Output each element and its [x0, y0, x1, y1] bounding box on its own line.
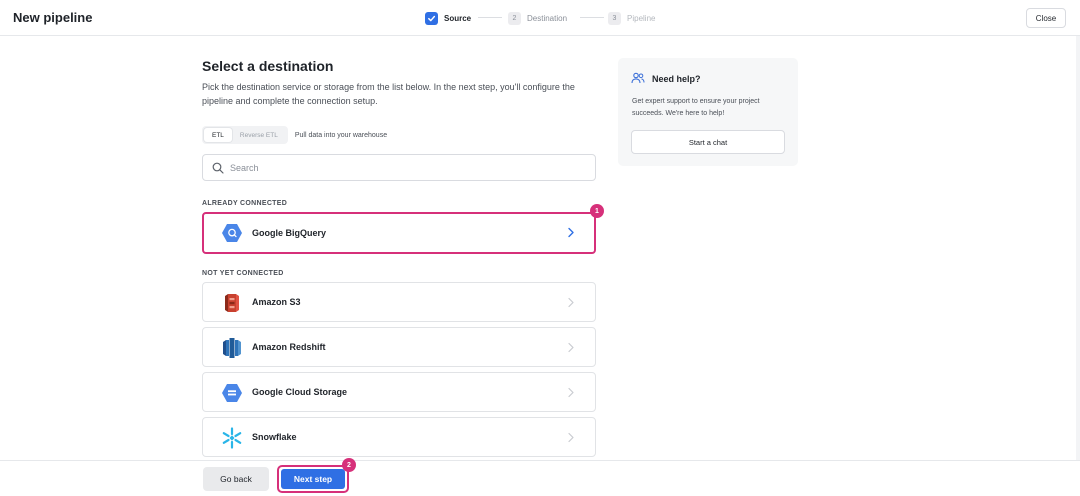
segmented-control: ETL Reverse ETL: [202, 126, 288, 144]
page-title: New pipeline: [13, 10, 93, 25]
close-button[interactable]: Close: [1026, 8, 1066, 28]
step-connector: [580, 17, 604, 18]
chevron-right-icon: [568, 387, 574, 398]
step-source: Source: [425, 10, 471, 26]
toggle-hint: Pull data into your warehouse: [294, 131, 388, 139]
destination-name: Google Cloud Storage: [252, 387, 348, 397]
section-description: Pick the destination service or storage …: [202, 82, 575, 106]
destination-name: Amazon S3: [252, 297, 301, 307]
step-label: Pipeline: [627, 13, 656, 23]
start-chat-button[interactable]: Start a chat: [631, 130, 785, 154]
bigquery-logo-icon: [222, 224, 242, 242]
chevron-right-icon: [568, 297, 574, 308]
step-number: 2: [508, 11, 521, 25]
annotation-badge-1: 1: [590, 204, 604, 218]
step-destination: 2 Destination: [508, 10, 567, 26]
destination-name: Amazon Redshift: [252, 342, 326, 352]
toggle-etl[interactable]: ETL: [204, 128, 232, 142]
snowflake-logo-icon: [222, 427, 242, 449]
step-label: Source: [444, 13, 472, 23]
toggle-reverse-etl[interactable]: Reverse ETL: [232, 128, 286, 142]
step-label: Destination: [527, 13, 568, 23]
already-connected-label: ALREADY CONNECTED: [202, 200, 288, 207]
help-title: Need help?: [652, 74, 701, 84]
annotation-badge-2: 2: [342, 458, 356, 472]
destination-google-cloud-storage[interactable]: Google Cloud Storage: [202, 372, 596, 412]
check-icon: [425, 11, 438, 25]
go-back-button[interactable]: Go back: [203, 467, 269, 491]
chevron-right-icon: [568, 432, 574, 443]
amazon-redshift-logo-icon: [223, 338, 241, 358]
not-yet-connected-label: NOT YET CONNECTED: [202, 270, 284, 277]
section-title: Select a destination: [202, 58, 334, 74]
search-input[interactable]: [230, 159, 580, 177]
next-step-button[interactable]: Next step: [281, 469, 345, 489]
next-step-highlight: Next step: [277, 465, 349, 493]
google-cloud-storage-logo-icon: [222, 384, 242, 402]
help-card: Need help? Get expert support to ensure …: [618, 58, 798, 166]
step-connector: [478, 17, 502, 18]
top-bar: New pipeline Source 2 Destination 3 Pipe…: [0, 0, 1080, 36]
chevron-right-icon: [568, 227, 574, 238]
footer-bar: Go back Next step 2: [0, 458, 1080, 496]
destination-name: Google BigQuery: [252, 228, 327, 238]
amazon-s3-logo-icon: [225, 294, 239, 312]
step-pipeline: 3 Pipeline: [608, 10, 655, 26]
help-text: Get expert support to ensure your projec…: [632, 98, 760, 117]
destination-amazon-s3[interactable]: Amazon S3: [202, 282, 596, 322]
destination-amazon-redshift[interactable]: Amazon Redshift: [202, 327, 596, 367]
search-icon: [212, 162, 224, 174]
destination-google-bigquery[interactable]: Google BigQuery: [202, 212, 596, 254]
chevron-right-icon: [568, 342, 574, 353]
etl-toggle: ETL Reverse ETL Pull data into your ware…: [202, 126, 387, 144]
destination-snowflake[interactable]: Snowflake: [202, 417, 596, 457]
destination-name: Snowflake: [252, 432, 297, 442]
step-number: 3: [608, 11, 621, 25]
scrollbar[interactable]: [1076, 36, 1080, 460]
users-icon: [631, 72, 645, 84]
search-box[interactable]: [202, 154, 596, 181]
